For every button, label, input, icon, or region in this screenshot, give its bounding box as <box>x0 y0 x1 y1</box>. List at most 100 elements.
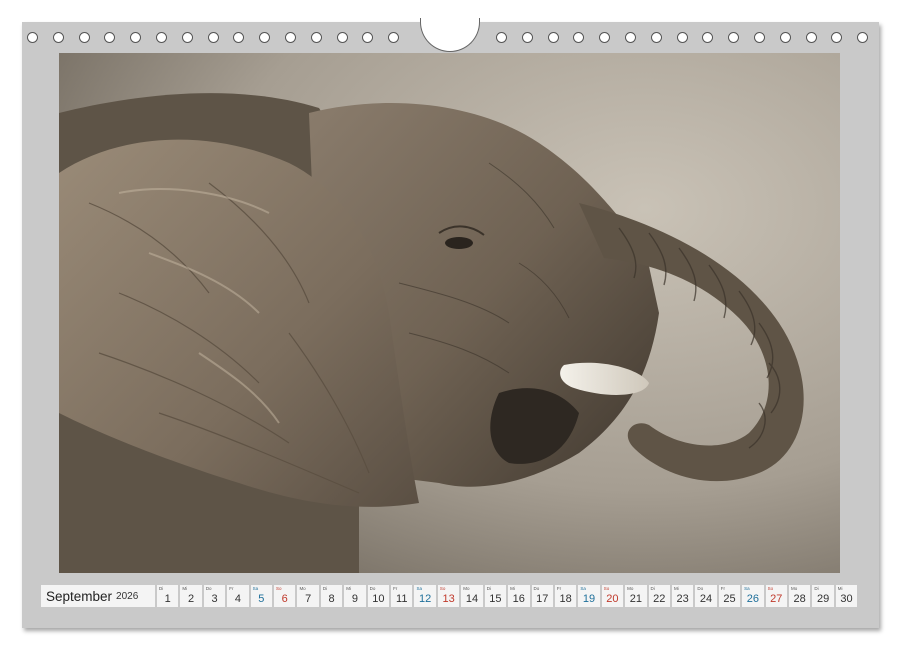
weekday-label: Do <box>697 586 704 591</box>
day-number: 3 <box>211 593 218 605</box>
binding-ring <box>650 32 662 43</box>
day-cell: Sa 12 <box>414 585 436 607</box>
weekday-label: So <box>767 586 774 591</box>
day-number: 21 <box>629 593 642 605</box>
weekday-label: Mo <box>627 586 634 591</box>
day-number: 13 <box>442 593 455 605</box>
day-number: 4 <box>234 593 241 605</box>
year-label: 2026 <box>116 590 139 602</box>
day-number: 26 <box>746 593 759 605</box>
day-cell: Mi 9 <box>344 585 366 607</box>
weekday-label: Di <box>159 586 164 591</box>
weekday-label: Di <box>814 586 819 591</box>
day-number: 25 <box>723 593 736 605</box>
day-cell: Fr 18 <box>554 585 577 607</box>
binding-ring <box>259 32 271 43</box>
binding-ring <box>130 32 142 43</box>
weekday-label: So <box>439 586 446 591</box>
weekday-label: Do <box>533 586 540 591</box>
day-cell: Fr 11 <box>391 585 413 607</box>
day-number: 17 <box>536 593 549 605</box>
binding-ring <box>573 32 585 43</box>
day-cell: So 13 <box>437 585 460 607</box>
day-cell: Sa 19 <box>578 585 600 607</box>
weekday-label: Mi <box>673 586 679 591</box>
binding-ring <box>521 32 533 43</box>
spiral-binding <box>22 18 879 52</box>
day-number: 5 <box>258 593 265 605</box>
day-number: 23 <box>676 593 689 605</box>
day-number: 1 <box>164 593 171 605</box>
binding-ring <box>362 32 374 43</box>
binding-ring <box>599 32 611 43</box>
weekday-label: Sa <box>252 586 259 591</box>
weekday-label: Mo <box>790 586 798 591</box>
weekday-label: Fr <box>393 586 398 591</box>
day-cell: Di 15 <box>484 585 507 607</box>
day-cell: Di 1 <box>157 585 179 607</box>
day-cell: Di 29 <box>812 585 834 607</box>
weekday-label: So <box>276 586 282 591</box>
weekday-label: Mo <box>299 586 306 591</box>
day-number: 11 <box>396 593 408 605</box>
weekday-label: Sa <box>744 586 750 591</box>
day-cell: Mi 2 <box>180 585 202 607</box>
day-cell: So 27 <box>765 585 787 607</box>
day-cell: So 20 <box>601 585 624 607</box>
day-cell: Di 22 <box>648 585 670 607</box>
day-number: 9 <box>351 593 359 605</box>
day-cell: Mi 16 <box>508 585 530 607</box>
hanger-notch <box>420 18 480 52</box>
weekday-label: Mi <box>182 586 188 591</box>
binding-ring <box>388 32 400 43</box>
day-cell: Do 10 <box>367 585 390 607</box>
day-cell: Do 3 <box>203 585 226 607</box>
binding-ring <box>181 32 193 43</box>
binding-ring <box>336 32 348 43</box>
day-cell: Sa 26 <box>742 585 764 607</box>
day-number: 15 <box>489 593 502 605</box>
binding-ring <box>104 32 116 43</box>
day-cell: Mi 30 <box>835 585 858 607</box>
binding-ring <box>805 32 817 43</box>
binding-ring <box>857 32 869 43</box>
binding-ring <box>310 32 322 43</box>
day-number: 24 <box>699 593 713 605</box>
binding-ring <box>52 32 64 43</box>
day-number: 12 <box>419 593 432 605</box>
binding-ring <box>285 32 296 43</box>
weekday-label: Fr <box>720 586 725 591</box>
day-number: 28 <box>793 593 806 605</box>
day-cell: Fr 25 <box>718 585 741 607</box>
weekday-label: Do <box>369 586 376 591</box>
day-number: 30 <box>840 593 853 605</box>
weekday-label: So <box>603 586 610 591</box>
binding-ring <box>676 32 688 43</box>
day-number: 27 <box>770 593 783 605</box>
day-cell: Mo 14 <box>461 585 483 607</box>
day-number: 2 <box>188 593 195 605</box>
day-cell: Mi 23 <box>671 585 694 607</box>
day-number: 18 <box>559 593 572 605</box>
elephant-photo <box>59 53 840 573</box>
binding-ring <box>547 32 559 43</box>
binding-ring <box>27 32 38 43</box>
day-number: 10 <box>372 593 385 605</box>
day-cell: Do 17 <box>531 585 553 607</box>
day-number: 6 <box>281 593 288 605</box>
day-number: 22 <box>653 593 666 605</box>
day-cell: Sa 5 <box>250 585 273 607</box>
binding-ring <box>779 32 791 43</box>
weekday-label: Mi <box>837 586 843 591</box>
binding-ring <box>78 32 90 43</box>
day-number: 7 <box>305 593 312 605</box>
day-cell: Mo 7 <box>297 585 319 607</box>
binding-ring <box>754 32 765 43</box>
month-label: September 2026 <box>41 585 155 607</box>
binding-ring <box>207 32 219 43</box>
day-cell: Mo 21 <box>625 585 647 607</box>
day-number: 20 <box>606 593 619 605</box>
binding-ring <box>233 32 245 43</box>
weekday-label: Fr <box>556 586 562 591</box>
binding-ring <box>625 32 636 43</box>
